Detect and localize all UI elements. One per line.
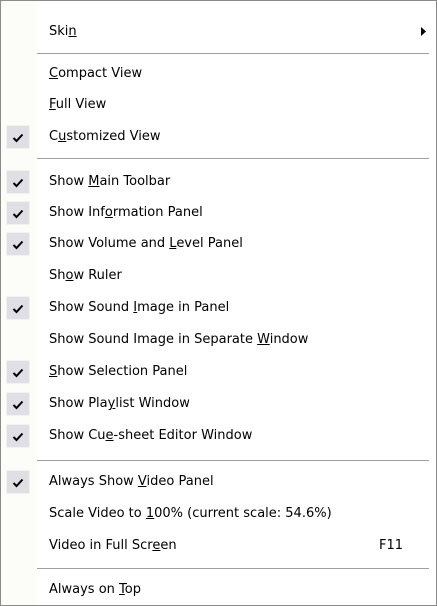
check-box bbox=[6, 360, 30, 384]
checkmark-icon bbox=[12, 304, 24, 314]
menu-item-show-main-toolbar[interactable]: Show Main Toolbar bbox=[1, 169, 436, 195]
check-box bbox=[6, 470, 30, 494]
menu-item-label: Show Selection Panel bbox=[49, 364, 188, 379]
menu-item-label: Compact View bbox=[49, 66, 143, 81]
menu-item-show-selection-panel[interactable]: Show Selection Panel bbox=[1, 359, 436, 385]
menu-item-skin[interactable]: Skin bbox=[1, 19, 436, 45]
menu-item-label: Always Show Video Panel bbox=[49, 474, 214, 489]
checkmark-icon bbox=[12, 432, 24, 442]
menu-separator bbox=[37, 460, 429, 461]
check-box bbox=[6, 296, 30, 320]
menu-item-label: Always on Top bbox=[49, 582, 141, 597]
checkmark-icon bbox=[12, 240, 24, 250]
menu-item-label: Scale Video to 100% (current scale: 54.6… bbox=[49, 506, 332, 521]
menu-separator bbox=[37, 158, 429, 159]
check-box bbox=[6, 170, 30, 194]
menu-item-video-full-screen[interactable]: Video in Full Screen F11 bbox=[1, 533, 436, 559]
menu-item-label: Show Playlist Window bbox=[49, 396, 190, 411]
check-box bbox=[6, 232, 30, 256]
menu-item-scale-video[interactable]: Scale Video to 100% (current scale: 54.6… bbox=[1, 501, 436, 527]
menu-item-label: Full View bbox=[49, 97, 107, 112]
menu-item-show-sound-image-panel[interactable]: Show Sound Image in Panel bbox=[1, 295, 436, 321]
checkmark-icon bbox=[12, 478, 24, 488]
menu-item-label: Show Sound Image in Panel bbox=[49, 300, 230, 315]
checkmark-icon bbox=[12, 178, 24, 188]
context-menu: Skin Compact View Full View Customized V… bbox=[0, 0, 437, 606]
checkmark-icon bbox=[12, 209, 24, 219]
menu-item-customized-view[interactable]: Customized View bbox=[1, 124, 436, 150]
menu-separator bbox=[37, 568, 429, 569]
menu-item-label: Show Sound Image in Separate Window bbox=[49, 332, 309, 347]
checkmark-icon bbox=[12, 400, 24, 410]
menu-item-show-ruler[interactable]: Show Ruler bbox=[1, 263, 436, 289]
menu-item-show-information-panel[interactable]: Show Information Panel bbox=[1, 200, 436, 226]
menu-item-label: Show Information Panel bbox=[49, 205, 203, 220]
menu-item-full-view[interactable]: Full View bbox=[1, 92, 436, 118]
menu-item-show-volume-level-panel[interactable]: Show Volume and Level Panel bbox=[1, 231, 436, 257]
menu-item-label: Show Cue-sheet Editor Window bbox=[49, 428, 253, 443]
menu-item-show-cue-sheet-editor[interactable]: Show Cue-sheet Editor Window bbox=[1, 423, 436, 449]
menu-item-show-sound-image-window[interactable]: Show Sound Image in Separate Window bbox=[1, 327, 436, 353]
menu-item-label: Customized View bbox=[49, 129, 161, 144]
menu-item-shortcut: F11 bbox=[378, 538, 403, 553]
menu-item-show-playlist-window[interactable]: Show Playlist Window bbox=[1, 391, 436, 417]
menu-item-label: Show Main Toolbar bbox=[49, 174, 171, 189]
submenu-arrow-icon bbox=[421, 27, 426, 36]
check-box bbox=[6, 424, 30, 448]
check-box bbox=[6, 201, 30, 225]
menu-item-label: Skin bbox=[49, 24, 77, 39]
checkmark-icon bbox=[12, 133, 24, 143]
check-box bbox=[6, 125, 30, 149]
menu-item-always-show-video-panel[interactable]: Always Show Video Panel bbox=[1, 469, 436, 495]
menu-item-label: Show Volume and Level Panel bbox=[49, 236, 243, 251]
check-box bbox=[6, 392, 30, 416]
menu-item-label: Video in Full Screen bbox=[49, 538, 177, 553]
checkmark-icon bbox=[12, 368, 24, 378]
menu-item-label: Show Ruler bbox=[49, 268, 122, 283]
menu-item-compact-view[interactable]: Compact View bbox=[1, 61, 436, 87]
menu-item-always-on-top[interactable]: Always on Top bbox=[1, 577, 436, 603]
menu-separator bbox=[37, 53, 429, 54]
